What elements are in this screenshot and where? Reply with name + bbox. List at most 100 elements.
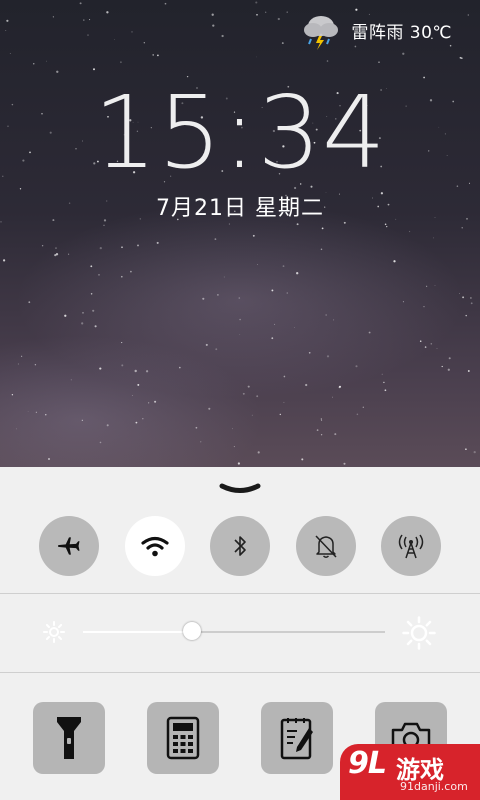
- quick-toggles: [39, 516, 441, 576]
- star: [257, 451, 260, 454]
- star: [17, 363, 19, 365]
- star: [409, 230, 411, 233]
- star: [393, 260, 396, 263]
- star: [92, 309, 95, 312]
- star: [55, 247, 57, 249]
- star: [436, 348, 438, 350]
- star: [21, 355, 23, 357]
- star: [384, 389, 387, 392]
- star: [333, 319, 335, 321]
- star: [233, 446, 235, 448]
- star: [99, 246, 102, 250]
- star: [83, 19, 85, 21]
- star: [70, 379, 72, 381]
- star: [384, 223, 387, 226]
- star: [130, 270, 132, 273]
- star: [68, 253, 70, 255]
- star: [355, 8, 358, 11]
- star: [434, 284, 436, 286]
- star: [271, 289, 274, 292]
- star: [332, 396, 333, 398]
- star: [64, 314, 67, 317]
- star: [90, 293, 93, 295]
- silent-mode-toggle[interactable]: [295, 516, 356, 576]
- star: [79, 2, 82, 5]
- star: [94, 325, 97, 328]
- star: [459, 56, 462, 59]
- star: [89, 19, 91, 21]
- star: [296, 223, 299, 226]
- star: [470, 302, 473, 305]
- star: [283, 375, 286, 378]
- star: [228, 223, 230, 225]
- star: [143, 42, 145, 44]
- star: [461, 227, 463, 229]
- star: [470, 297, 472, 299]
- star: [321, 227, 324, 230]
- star: [45, 414, 47, 416]
- lockscreen-time: 15:34: [93, 74, 387, 191]
- watermark-logo: 9L: [348, 746, 387, 781]
- star: [448, 357, 451, 360]
- weather-text: 雷阵雨 30℃: [351, 22, 452, 43]
- thunderstorm-cloud-icon: [304, 16, 339, 50]
- star: [82, 312, 84, 314]
- star: [334, 433, 337, 436]
- star: [467, 370, 470, 372]
- star: [356, 413, 359, 416]
- star: [282, 265, 285, 267]
- star: [325, 314, 327, 316]
- flashlight-button[interactable]: [33, 702, 105, 774]
- brightness-low-icon: [43, 621, 65, 643]
- star: [383, 381, 385, 384]
- star: [473, 450, 476, 454]
- star: [6, 19, 9, 22]
- bluetooth-toggle[interactable]: [210, 516, 270, 576]
- star: [99, 441, 102, 444]
- star: [156, 54, 159, 57]
- star: [433, 237, 435, 239]
- star: [459, 292, 460, 294]
- brightness-fill: [83, 631, 192, 633]
- star: [242, 392, 245, 395]
- star: [378, 61, 380, 64]
- calculator-button[interactable]: [147, 702, 219, 774]
- star: [343, 221, 346, 224]
- star: [120, 61, 122, 64]
- star: [28, 301, 31, 304]
- star: [320, 434, 323, 436]
- wifi-icon: [140, 536, 169, 557]
- wifi-toggle[interactable]: [124, 516, 185, 576]
- star: [238, 297, 241, 299]
- star: [131, 31, 133, 33]
- star: [34, 364, 37, 366]
- star: [381, 373, 383, 375]
- watermark-url: 91danji.com: [400, 780, 468, 793]
- hotspot-toggle[interactable]: [381, 516, 441, 576]
- chevron-down-icon[interactable]: [219, 482, 261, 496]
- star: [257, 264, 258, 265]
- star: [338, 385, 342, 388]
- star: [145, 370, 149, 373]
- star: [121, 246, 123, 249]
- star: [81, 419, 83, 421]
- notes-button[interactable]: [261, 702, 333, 774]
- star: [223, 276, 225, 278]
- brightness-slider-thumb[interactable]: [182, 622, 201, 640]
- star: [47, 457, 51, 461]
- star: [33, 63, 35, 65]
- star: [465, 448, 467, 451]
- star: [142, 417, 144, 420]
- star: [103, 224, 105, 226]
- star: [294, 326, 295, 328]
- star: [106, 424, 109, 427]
- star: [402, 52, 405, 55]
- star: [301, 458, 304, 461]
- star: [148, 402, 150, 404]
- star: [256, 13, 258, 16]
- bell-off-icon: [314, 535, 337, 558]
- airplane-mode-toggle[interactable]: [39, 516, 99, 576]
- star: [256, 395, 259, 398]
- star: [239, 334, 241, 335]
- star: [121, 342, 123, 344]
